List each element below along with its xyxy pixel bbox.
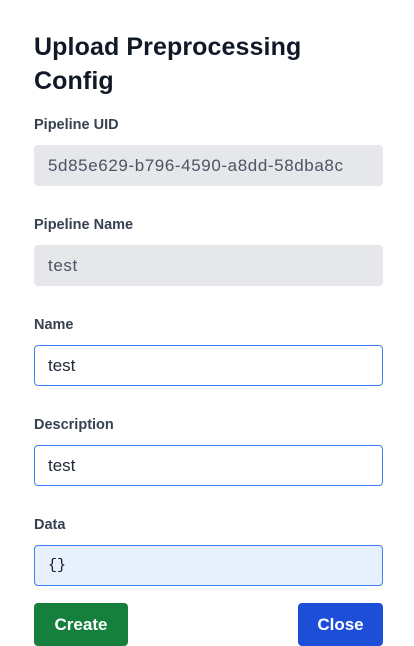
name-input[interactable]	[34, 345, 383, 386]
pipeline-uid-label: Pipeline UID	[34, 117, 119, 133]
dialog-title: Upload Preprocessing Config	[34, 33, 302, 95]
pipeline-uid-input[interactable]	[34, 145, 383, 186]
pipeline-name-input[interactable]	[34, 245, 383, 286]
pipeline-name-label: Pipeline Name	[34, 217, 134, 233]
name-label: Name	[34, 317, 74, 333]
data-input[interactable]	[34, 545, 383, 586]
description-input[interactable]	[34, 445, 383, 486]
data-label: Data	[34, 517, 66, 533]
pipeline-name-field: Pipeline Name	[34, 215, 383, 286]
description-field: Description	[34, 415, 383, 486]
upload-config-dialog: Upload Preprocessing Config Pipeline UID…	[0, 0, 414, 646]
description-label: Description	[34, 417, 114, 433]
name-field: Name	[34, 315, 383, 386]
data-field: Data	[34, 515, 383, 586]
pipeline-uid-field: Pipeline UID	[34, 115, 383, 186]
